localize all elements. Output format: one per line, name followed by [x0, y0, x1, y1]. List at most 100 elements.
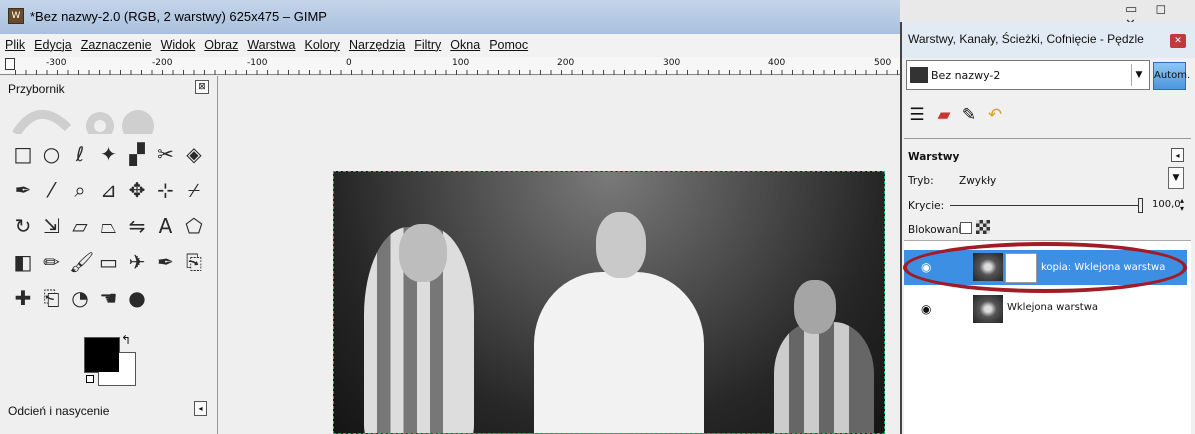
- menu-edycja[interactable]: Edycja: [29, 34, 76, 52]
- ruler-tick: 500: [874, 58, 892, 68]
- dock-tabs: ☰ ▰ ✎ ↶: [906, 104, 1026, 138]
- reset-colors-icon[interactable]: [86, 375, 94, 383]
- tab-paths-icon[interactable]: ✎: [958, 104, 980, 126]
- ruler-tick: -100: [247, 58, 268, 68]
- scissors-select-tool-icon[interactable]: ✂: [155, 143, 177, 165]
- mode-select-value[interactable]: Zwykły: [959, 175, 996, 187]
- menu-zaznaczenie[interactable]: Zaznaczenie: [76, 34, 156, 52]
- measure-tool-icon[interactable]: ⊿: [98, 179, 120, 201]
- menu-okna[interactable]: Okna: [445, 34, 484, 52]
- image-thumbnail: [910, 67, 928, 83]
- menu-warstwa[interactable]: Warstwa: [242, 34, 299, 52]
- align-tool-icon[interactable]: ⊹: [155, 179, 177, 201]
- perspective-clone-tool-icon[interactable]: ⎗: [41, 287, 63, 309]
- player-center: [534, 272, 704, 433]
- pencil-tool-icon[interactable]: ✏: [41, 251, 63, 273]
- menu-pomoc[interactable]: Pomoc: [484, 34, 532, 52]
- window-title: *Bez nazwy-2.0 (RGB, 2 warstwy) 625x475 …: [30, 9, 327, 24]
- rotate-tool-icon[interactable]: ↻: [12, 215, 34, 237]
- player-right-head: [794, 280, 836, 334]
- menu-narzedzia[interactable]: Narzędzia: [344, 34, 409, 52]
- layers-menu-icon[interactable]: ◂: [1171, 148, 1184, 162]
- clone-tool-icon[interactable]: ⎘: [183, 251, 205, 273]
- text-tool-icon[interactable]: A: [155, 215, 177, 237]
- player-left-head: [399, 224, 447, 282]
- opacity-slider-handle[interactable]: [1138, 198, 1143, 213]
- toolbox-title: Przybornik: [8, 82, 65, 96]
- paths-tool-icon[interactable]: ✒: [12, 179, 34, 201]
- flip-tool-icon[interactable]: ⇋: [126, 215, 148, 237]
- tab-channels-icon[interactable]: ▰: [933, 104, 955, 126]
- heal-tool-icon[interactable]: ✚: [12, 287, 34, 309]
- ruler-tick: -200: [152, 58, 173, 68]
- menu-obraz[interactable]: Obraz: [199, 34, 242, 52]
- opacity-value[interactable]: 100,0: [1152, 199, 1181, 210]
- fuzzy-select-tool-icon[interactable]: ✦: [98, 143, 120, 165]
- chevron-down-icon[interactable]: ▼: [1131, 64, 1146, 86]
- layers-section-label: Warstwy: [908, 151, 960, 163]
- foreground-color-top[interactable]: [85, 338, 119, 372]
- ellipse-select-tool-icon[interactable]: ○: [41, 143, 63, 165]
- swap-colors-icon[interactable]: ↰: [121, 333, 131, 347]
- bucket-fill-tool-icon[interactable]: ◧: [12, 251, 34, 273]
- tab-layers-icon[interactable]: ☰: [906, 104, 928, 126]
- hue-saturation-dock-label: Odcień i nasycenie: [8, 404, 110, 418]
- ink-tool-icon[interactable]: ✒: [155, 251, 177, 273]
- opacity-slider-track[interactable]: [950, 205, 1140, 206]
- chevron-down-icon[interactable]: ▼: [1168, 167, 1184, 189]
- cage-tool-icon[interactable]: ⬠: [183, 215, 205, 237]
- ruler-tick: 100: [452, 58, 470, 68]
- image-selector-value: Bez nazwy-2: [931, 69, 1001, 82]
- dock-menu-icon[interactable]: ◂: [194, 401, 207, 416]
- color-select-tool-icon[interactable]: ▞: [126, 143, 148, 165]
- lock-pixels-checkbox[interactable]: [960, 222, 972, 234]
- smudge-tool-icon[interactable]: ☚: [98, 287, 120, 309]
- scale-tool-icon[interactable]: ⇲: [41, 215, 63, 237]
- ruler-tick: 0: [346, 58, 352, 68]
- menu-widok[interactable]: Widok: [156, 34, 200, 52]
- window-controls[interactable]: ▭ ◻ ✕: [1125, 2, 1195, 32]
- zoom-tool-icon[interactable]: ⌕: [69, 179, 91, 201]
- mode-label: Tryb:: [908, 175, 934, 187]
- move-tool-icon[interactable]: ✥: [126, 179, 148, 201]
- gimp-app-icon: W: [8, 8, 24, 24]
- tab-undo-icon[interactable]: ↶: [984, 104, 1006, 126]
- opacity-spinner-icon[interactable]: ▴ ▾: [1180, 197, 1187, 213]
- ruler-tick: -300: [46, 58, 67, 68]
- layer-row[interactable]: ◉ Wklejona warstwa: [904, 292, 1187, 326]
- ruler-tick: 400: [768, 58, 786, 68]
- quick-mask-toggle[interactable]: [5, 58, 15, 70]
- rect-select-tool-icon[interactable]: □: [12, 143, 34, 165]
- free-select-tool-icon[interactable]: ℓ: [69, 143, 91, 165]
- ruler-tick: 200: [557, 58, 575, 68]
- annotation-highlight-ellipse: [903, 242, 1187, 293]
- player-center-head: [596, 212, 646, 278]
- crop-tool-icon[interactable]: ⌿: [183, 179, 205, 201]
- layer-thumbnail: [973, 295, 1003, 323]
- dock-title: Warstwy, Kanały, Ścieżki, Cofnięcie - Pę…: [908, 32, 1144, 46]
- eraser-tool-icon[interactable]: ▭: [98, 251, 120, 273]
- perspective-tool-icon[interactable]: ⏢: [98, 215, 120, 237]
- player-right: [774, 322, 874, 433]
- lock-alpha-icon[interactable]: [976, 220, 990, 234]
- toolbox-close-icon[interactable]: ⊠: [195, 80, 209, 94]
- auto-button[interactable]: Autom.: [1153, 62, 1190, 90]
- blur-tool-icon[interactable]: ◔: [69, 287, 91, 309]
- dock-divider: [904, 138, 1191, 139]
- paintbrush-tool-icon[interactable]: 🖌: [69, 251, 94, 273]
- menu-bar: Plik Edycja Zaznaczenie Widok Obraz Warstwa Ko…: [0, 34, 900, 57]
- dock-close-icon[interactable]: ✕: [1170, 34, 1186, 48]
- menu-plik[interactable]: Plik: [0, 34, 29, 52]
- color-picker-tool-icon[interactable]: ⁄: [41, 179, 63, 201]
- opacity-label: Krycie:: [908, 200, 945, 212]
- layer-name[interactable]: Wklejona warstwa: [1007, 302, 1098, 313]
- foreground-select-tool-icon[interactable]: ◈: [183, 143, 205, 165]
- dodge-burn-tool-icon[interactable]: ●: [126, 287, 148, 309]
- eye-icon[interactable]: ◉: [921, 302, 931, 316]
- airbrush-tool-icon[interactable]: ✈: [126, 251, 148, 273]
- ruler-tick: 300: [663, 58, 681, 68]
- menu-kolory[interactable]: Kolory: [300, 34, 344, 52]
- shear-tool-icon[interactable]: ▱: [69, 215, 91, 237]
- menu-filtry[interactable]: Filtry: [409, 34, 445, 52]
- image-canvas[interactable]: [333, 171, 885, 434]
